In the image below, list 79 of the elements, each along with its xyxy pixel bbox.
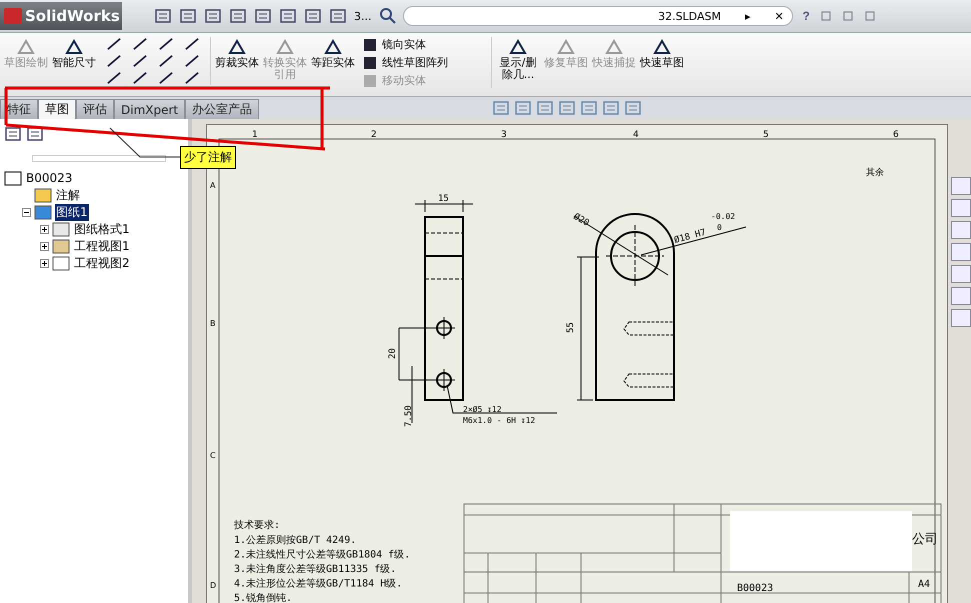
row-label: A bbox=[210, 181, 216, 190]
line-tool-icon[interactable] bbox=[106, 37, 122, 51]
requirement-text: 5.锐角倒钝. bbox=[234, 593, 292, 603]
tolerance-text: -0.02 bbox=[711, 212, 736, 221]
requirement-text: 3.未注角度公差等级GB11335 f级. bbox=[234, 564, 396, 575]
help-button[interactable]: ? bbox=[802, 9, 810, 23]
drawing-number: B00023 bbox=[737, 583, 774, 594]
app-logo[interactable]: SolidWorks bbox=[0, 2, 122, 30]
tree-item[interactable]: 工程视图1 bbox=[73, 238, 131, 255]
expand-icon[interactable] bbox=[40, 225, 49, 234]
sheet-size: A4 bbox=[918, 579, 930, 590]
ribbon-button[interactable]: 快速草图 bbox=[640, 37, 684, 69]
hole-note-text: 2×Ø5 ↧12 bbox=[463, 405, 502, 414]
tool-icon bbox=[274, 37, 296, 57]
tool-icon bbox=[507, 37, 529, 57]
row-label: B bbox=[210, 319, 216, 328]
column-label: 2 bbox=[371, 130, 377, 140]
ribbon-button[interactable]: 显示/删除几... bbox=[496, 37, 540, 81]
column-label: 1 bbox=[252, 130, 258, 140]
thread-note-text: M6x1.0 - 6H ↧12 bbox=[463, 416, 536, 425]
requirement-text: 4.未注形位公差等级GB/T1184 H级. bbox=[234, 578, 402, 590]
dimension-text: 7.50 bbox=[404, 405, 414, 427]
ribbon-button[interactable]: 剪裁实体 bbox=[215, 37, 259, 69]
tool-icon bbox=[555, 37, 577, 57]
tool-icon bbox=[226, 37, 248, 57]
drawing-icon bbox=[4, 171, 22, 186]
tool-icon bbox=[322, 37, 344, 57]
row-label: D bbox=[210, 581, 216, 590]
tree-item[interactable]: 工程视图2 bbox=[73, 255, 131, 272]
expand-icon[interactable] bbox=[40, 242, 49, 251]
ribbon-button[interactable]: 智能尺寸 bbox=[52, 37, 96, 69]
column-label: 4 bbox=[633, 130, 639, 140]
tool-icon bbox=[63, 37, 85, 57]
dimension-text: Ø20 bbox=[572, 212, 591, 229]
ribbon-button[interactable]: 线性草图阵列 bbox=[363, 55, 491, 70]
tool-icon bbox=[603, 37, 625, 57]
tool-icon bbox=[363, 56, 377, 70]
ribbon-button[interactable]: 等距实体 bbox=[311, 37, 355, 69]
document-arrow[interactable]: ▸ bbox=[744, 10, 750, 22]
expand-icon[interactable] bbox=[40, 259, 49, 268]
tool-icon bbox=[15, 37, 37, 57]
tree-item[interactable]: 注解 bbox=[55, 187, 81, 204]
tree-item[interactable]: B00023 bbox=[25, 170, 74, 187]
dimension-line bbox=[414, 200, 474, 212]
tolerance-text: 0 bbox=[717, 223, 722, 232]
dimension-text: 20 bbox=[388, 348, 398, 359]
tab[interactable]: 草图 bbox=[38, 99, 76, 119]
leader-line bbox=[110, 128, 180, 158]
close-button[interactable]: ✕ bbox=[774, 10, 784, 22]
row-label: C bbox=[210, 451, 216, 460]
tool-icon bbox=[363, 38, 377, 52]
document-tab[interactable]: 32.SLDASM ▸ ✕ bbox=[402, 6, 792, 26]
tool-icon bbox=[651, 37, 673, 57]
collapse-icon[interactable] bbox=[22, 208, 31, 217]
document-name: 32.SLDASM bbox=[658, 10, 721, 22]
tree-item[interactable]: 图纸1 bbox=[55, 204, 89, 221]
dimension-text: 15 bbox=[438, 194, 449, 204]
tree-item[interactable]: 图纸格式1 bbox=[73, 221, 131, 238]
requirement-text: 1.公差原则按GB/T 4249. bbox=[234, 535, 356, 546]
callout-note: 少了注解 bbox=[180, 146, 236, 169]
tab[interactable]: 特征 bbox=[0, 99, 38, 119]
annotation-icon bbox=[34, 188, 52, 203]
requirement-text: 2.未注线性尺寸公差等级GB1804 f级. bbox=[234, 550, 410, 560]
ribbon-button[interactable]: 镜向实体 bbox=[363, 37, 491, 52]
requirements-title: 技术要求: bbox=[234, 520, 280, 531]
tab[interactable]: 评估 bbox=[76, 99, 114, 119]
search-icon[interactable] bbox=[378, 7, 396, 25]
tab[interactable]: DimXpert bbox=[114, 99, 186, 119]
column-label: 5 bbox=[763, 130, 769, 140]
tool-icon bbox=[363, 74, 377, 88]
dimension-text: 55 bbox=[566, 322, 576, 333]
surface-note: 其余 bbox=[866, 168, 884, 178]
filter-field[interactable] bbox=[32, 155, 166, 162]
column-label: 3 bbox=[501, 130, 507, 140]
sheet-icon bbox=[34, 205, 52, 220]
dimension-text: Ø18 H7 bbox=[673, 228, 708, 246]
toolbar-overflow[interactable]: 3... bbox=[354, 10, 372, 22]
column-label: 6 bbox=[893, 130, 899, 140]
tab[interactable]: 办公室产品 bbox=[185, 99, 260, 119]
